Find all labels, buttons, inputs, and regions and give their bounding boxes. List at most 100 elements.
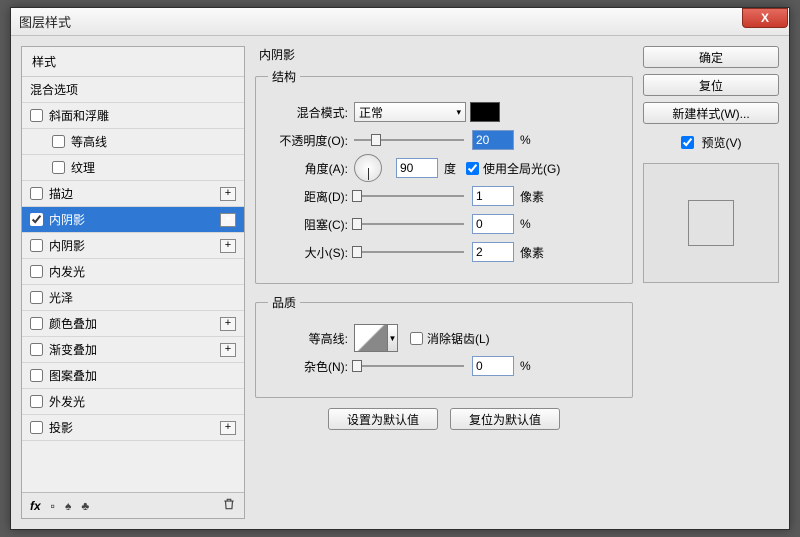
distance-label: 距离(D): [268, 188, 354, 205]
ok-button[interactable]: 确定 [643, 46, 779, 68]
style-checkbox[interactable] [30, 421, 43, 434]
layer-style-dialog: 图层样式 X 样式 混合选项 斜面和浮雕等高线纹理描边+内阴影+内阴影+内发光光… [10, 7, 790, 530]
chevron-down-icon: ▼ [388, 324, 398, 352]
angle-label: 角度(A): [268, 160, 354, 177]
opacity-slider[interactable] [354, 133, 464, 147]
antialias-label: 消除锯齿(L) [427, 330, 490, 347]
style-label: 内阴影 [49, 237, 220, 254]
blending-options-row[interactable]: 混合选项 [22, 77, 244, 103]
style-checkbox[interactable] [30, 369, 43, 382]
choke-input[interactable]: 0 [472, 214, 514, 234]
blend-mode-label: 混合模式: [268, 104, 354, 121]
preview-swatch [688, 200, 734, 246]
style-checkbox[interactable] [30, 291, 43, 304]
new-style-button[interactable]: 新建样式(W)... [643, 102, 779, 124]
contour-picker[interactable]: ▼ [354, 324, 398, 352]
size-slider[interactable] [354, 245, 464, 259]
opacity-label: 不透明度(O): [268, 132, 354, 149]
noise-input[interactable]: 0 [472, 356, 514, 376]
distance-slider[interactable] [354, 189, 464, 203]
make-default-button[interactable]: 设置为默认值 [328, 408, 438, 430]
titlebar[interactable]: 图层样式 X [11, 8, 789, 36]
style-row-5[interactable]: 内阴影+ [22, 233, 244, 259]
style-row-4[interactable]: 内阴影+ [22, 207, 244, 233]
style-label: 斜面和浮雕 [49, 107, 236, 124]
color-swatch[interactable] [470, 102, 500, 122]
size-input[interactable]: 2 [472, 242, 514, 262]
style-row-0[interactable]: 斜面和浮雕 [22, 103, 244, 129]
add-effect-icon[interactable]: + [220, 187, 236, 201]
style-checkbox[interactable] [30, 213, 43, 226]
trash-icon[interactable] [222, 497, 236, 514]
add-effect-icon[interactable]: + [220, 343, 236, 357]
settings-panel: 内阴影 结构 混合模式: 正常 ▾ 不透明度(O): 20 % [255, 46, 633, 519]
style-row-6[interactable]: 内发光 [22, 259, 244, 285]
preview-checkbox[interactable] [681, 136, 694, 149]
styles-sidebar: 样式 混合选项 斜面和浮雕等高线纹理描边+内阴影+内阴影+内发光光泽颜色叠加+渐… [21, 46, 245, 519]
style-row-11[interactable]: 外发光 [22, 389, 244, 415]
quality-legend: 品质 [268, 294, 300, 311]
opacity-input[interactable]: 20 [472, 130, 514, 150]
style-checkbox[interactable] [30, 187, 43, 200]
panel-title: 内阴影 [259, 46, 295, 63]
angle-dial[interactable] [354, 154, 382, 182]
style-checkbox[interactable] [30, 395, 43, 408]
add-effect-icon[interactable]: + [220, 317, 236, 331]
style-label: 渐变叠加 [49, 341, 220, 358]
style-checkbox[interactable] [30, 317, 43, 330]
style-row-9[interactable]: 渐变叠加+ [22, 337, 244, 363]
style-checkbox[interactable] [30, 109, 43, 122]
blend-mode-select[interactable]: 正常 ▾ [354, 102, 466, 122]
global-light-checkbox[interactable] [466, 162, 479, 175]
style-label: 内发光 [49, 263, 236, 280]
right-button-column: 确定 复位 新建样式(W)... 预览(V) [643, 46, 779, 519]
preview-box [643, 163, 779, 283]
style-row-10[interactable]: 图案叠加 [22, 363, 244, 389]
choke-slider[interactable] [354, 217, 464, 231]
move-up-icon[interactable]: ♠ [65, 499, 71, 513]
add-effect-icon[interactable]: + [220, 213, 236, 227]
chevron-down-icon: ▾ [456, 107, 461, 118]
reset-default-button[interactable]: 复位为默认值 [450, 408, 560, 430]
distance-unit: 像素 [520, 188, 544, 205]
style-row-7[interactable]: 光泽 [22, 285, 244, 311]
contour-label: 等高线: [268, 330, 354, 347]
style-label: 外发光 [49, 393, 236, 410]
style-label: 描边 [49, 185, 220, 202]
style-checkbox[interactable] [52, 135, 65, 148]
reset-button[interactable]: 复位 [643, 74, 779, 96]
fx-icon[interactable]: fx [30, 499, 41, 513]
style-row-3[interactable]: 描边+ [22, 181, 244, 207]
style-label: 内阴影 [49, 211, 220, 228]
preview-label: 预览(V) [702, 134, 742, 151]
close-button[interactable]: X [742, 8, 788, 28]
style-row-12[interactable]: 投影+ [22, 415, 244, 441]
style-checkbox[interactable] [30, 239, 43, 252]
style-checkbox[interactable] [30, 265, 43, 278]
add-effect-icon[interactable]: + [220, 421, 236, 435]
style-row-2[interactable]: 纹理 [22, 155, 244, 181]
choke-label: 阻塞(C): [268, 216, 354, 233]
angle-unit: 度 [444, 160, 456, 177]
contour-icon [354, 324, 388, 352]
blending-options-label: 混合选项 [30, 81, 236, 98]
styles-header: 样式 [22, 47, 244, 77]
move-down-icon[interactable]: ♣ [81, 499, 89, 513]
style-row-8[interactable]: 颜色叠加+ [22, 311, 244, 337]
angle-input[interactable]: 90 [396, 158, 438, 178]
noise-slider[interactable] [354, 359, 464, 373]
style-label: 投影 [49, 419, 220, 436]
distance-input[interactable]: 1 [472, 186, 514, 206]
style-checkbox[interactable] [30, 343, 43, 356]
style-checkbox[interactable] [52, 161, 65, 174]
style-label: 颜色叠加 [49, 315, 220, 332]
noise-label: 杂色(N): [268, 358, 354, 375]
style-label: 光泽 [49, 289, 236, 306]
dialog-content: 样式 混合选项 斜面和浮雕等高线纹理描边+内阴影+内阴影+内发光光泽颜色叠加+渐… [11, 36, 789, 529]
style-row-1[interactable]: 等高线 [22, 129, 244, 155]
structure-group: 结构 混合模式: 正常 ▾ 不透明度(O): 20 % 角度(A): [255, 68, 633, 284]
global-light-label: 使用全局光(G) [483, 160, 560, 177]
styles-list: 样式 混合选项 斜面和浮雕等高线纹理描边+内阴影+内阴影+内发光光泽颜色叠加+渐… [22, 47, 244, 492]
antialias-checkbox[interactable] [410, 332, 423, 345]
add-effect-icon[interactable]: + [220, 239, 236, 253]
